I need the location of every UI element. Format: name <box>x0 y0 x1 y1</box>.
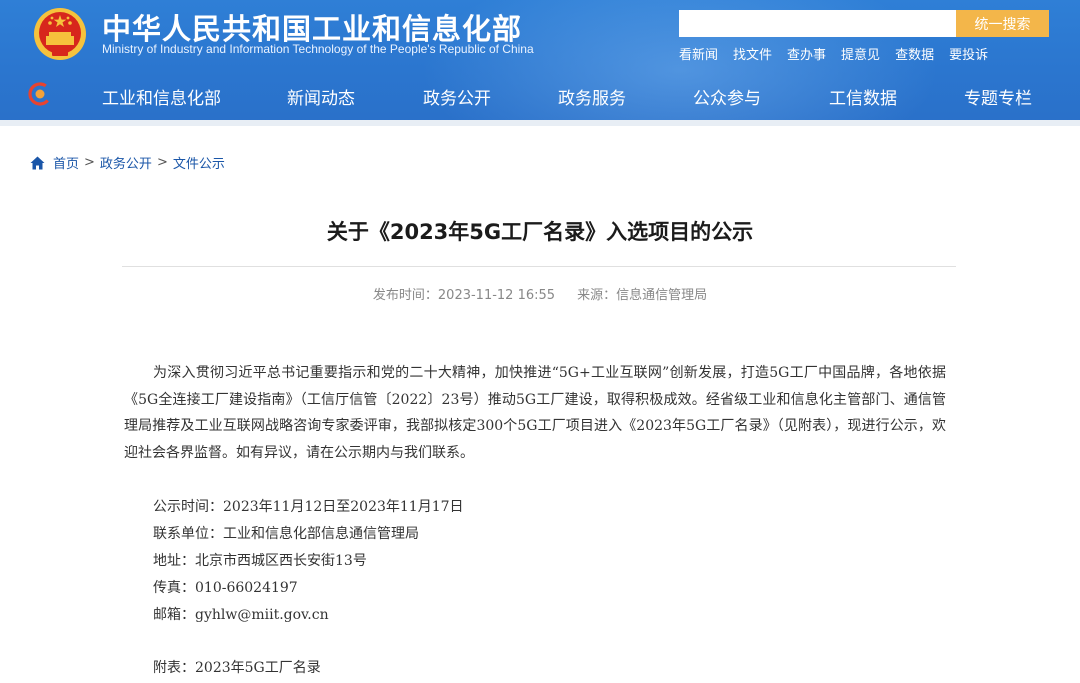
breadcrumb-separator: > <box>84 155 95 170</box>
quick-link-news[interactable]: 看新闻 <box>679 44 718 63</box>
quick-link-data[interactable]: 查数据 <box>895 44 934 63</box>
header-bottom-border <box>0 120 1080 126</box>
quick-link-files[interactable]: 找文件 <box>733 44 772 63</box>
breadcrumb-file-notice[interactable]: 文件公示 <box>173 153 225 172</box>
nav-item-gov-services[interactable]: 政务服务 <box>558 84 626 109</box>
home-icon[interactable] <box>30 156 45 170</box>
address: 地址：北京市西城区西长安街13号 <box>153 553 367 569</box>
quick-link-complaint[interactable]: 要投诉 <box>949 44 988 63</box>
quick-link-services[interactable]: 查办事 <box>787 44 826 63</box>
email: 邮箱：gyhlw@miit.gov.cn <box>153 607 329 623</box>
nav-item-public-participation[interactable]: 公众参与 <box>693 84 761 109</box>
source-label: 来源： <box>577 288 617 303</box>
publish-time: 2023-11-12 16:55 <box>437 288 556 303</box>
search-button[interactable]: 统一搜索 <box>956 10 1049 37</box>
contact-unit: 联系单位：工业和信息化部信息通信管理局 <box>153 526 419 542</box>
breadcrumb-separator: > <box>156 155 168 170</box>
publish-time-label: 发布时间： <box>372 288 438 303</box>
site-header: 中华人民共和国工业和信息化部 Ministry of Industry and … <box>0 0 1080 126</box>
breadcrumb-home[interactable]: 首页 <box>53 153 79 172</box>
nav-item-news[interactable]: 新闻动态 <box>287 84 355 109</box>
source-value: 信息通信管理局 <box>616 288 708 303</box>
article-paragraph: 为深入贯彻习近平总书记重要指示和党的二十大精神，加快推进“5G+工业互联网”创新… <box>124 365 946 461</box>
quick-link-feedback[interactable]: 提意见 <box>841 44 880 63</box>
title-divider <box>122 266 956 267</box>
nav-item-data[interactable]: 工信数据 <box>829 84 897 109</box>
nav-item-gov-affairs[interactable]: 政务公开 <box>423 84 491 109</box>
nav-item-topics[interactable]: 专题专栏 <box>964 84 1032 109</box>
miit-logo-icon[interactable] <box>28 82 52 106</box>
site-subtitle: Ministry of Industry and Information Tec… <box>102 42 534 56</box>
breadcrumb-gov-affairs[interactable]: 政务公开 <box>100 153 152 172</box>
attachment-link[interactable]: 附表：2023年5G工厂名录 <box>153 657 321 677</box>
quick-links: 看新闻 找文件 查办事 提意见 查数据 要投诉 <box>679 44 988 63</box>
national-emblem-icon <box>34 8 86 60</box>
nav-item-ministry[interactable]: 工业和信息化部 <box>102 84 221 109</box>
breadcrumb: 首页 > 政务公开 > 文件公示 <box>30 153 225 172</box>
fax: 传真：010-66024197 <box>153 580 298 596</box>
article-meta: 发布时间：2023-11-12 16:55 来源：信息通信管理局 <box>0 284 1080 303</box>
notice-period: 公示时间：2023年11月12日至2023年11月17日 <box>153 499 464 515</box>
search-input[interactable] <box>679 10 956 37</box>
article-title: 关于《2023年5G工厂名录》入选项目的公示 <box>326 220 754 244</box>
